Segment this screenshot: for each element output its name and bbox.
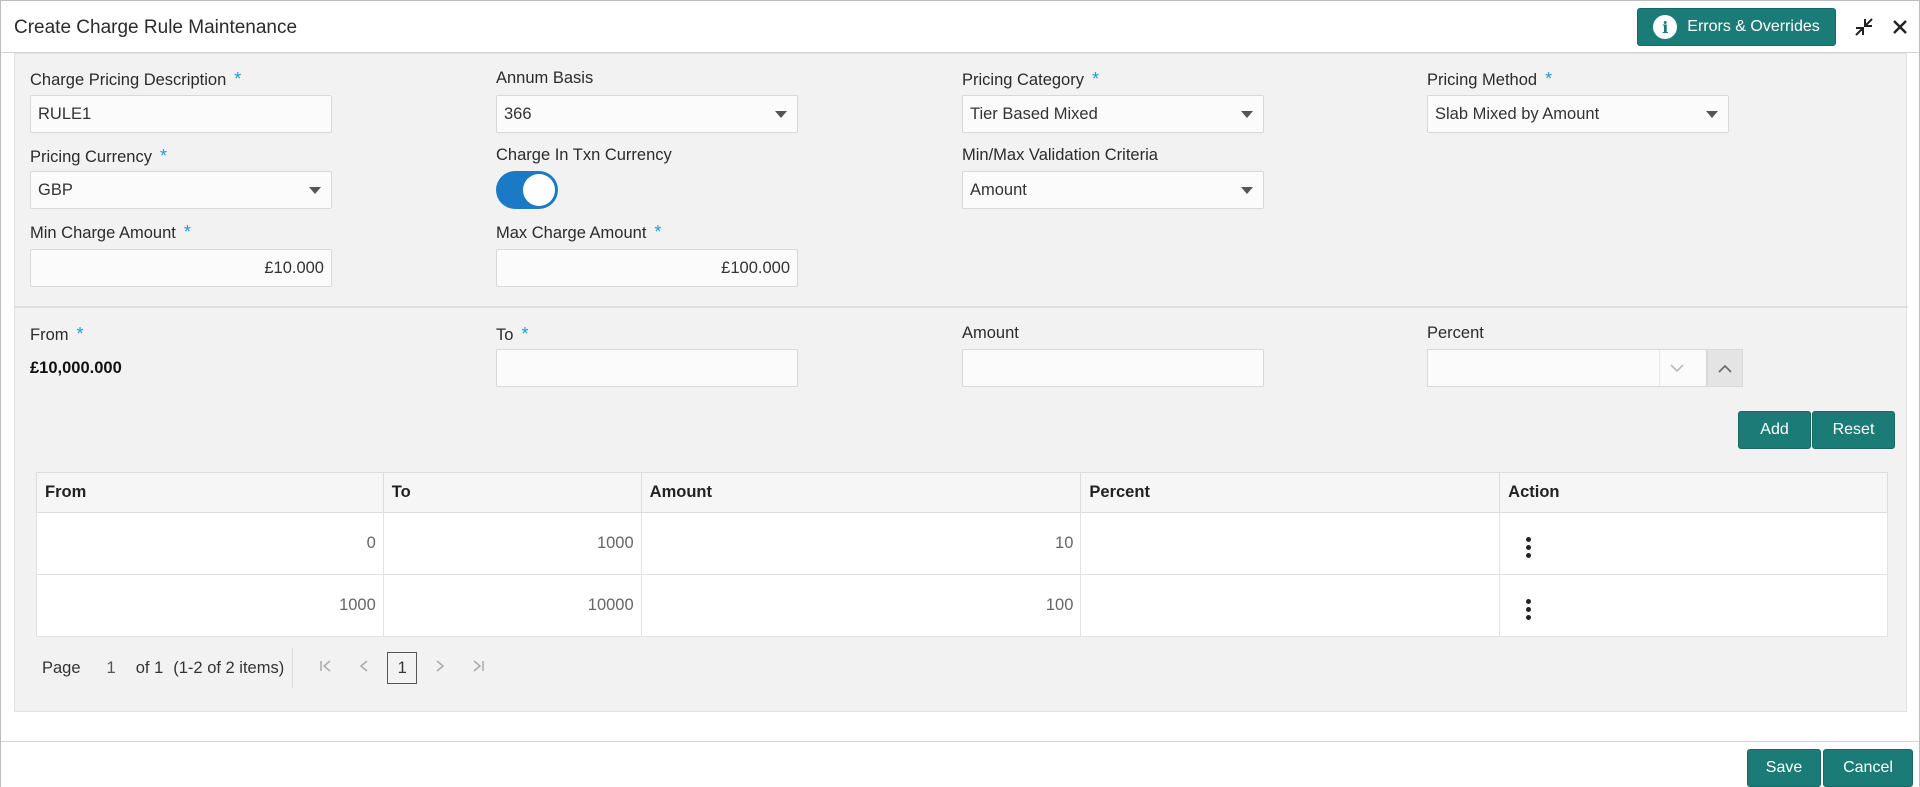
max-charge-amount-input[interactable]: £100.000: [496, 249, 798, 287]
column-header-to: To: [382, 472, 642, 513]
more-actions-icon[interactable]: [1522, 597, 1535, 622]
annum-basis-select[interactable]: 366: [496, 95, 798, 133]
errors-overrides-button[interactable]: i Errors & Overrides: [1637, 8, 1836, 46]
minimize-icon[interactable]: [1852, 15, 1876, 39]
min-charge-amount-label: Min Charge Amount *: [30, 222, 191, 242]
pricing-method-label: Pricing Method *: [1427, 69, 1553, 89]
table-row: 0 1000 10: [36, 512, 1888, 575]
chevron-down-icon: [1241, 111, 1253, 118]
cell-action: [1499, 512, 1888, 575]
cell-percent: [1080, 574, 1501, 637]
info-icon: i: [1653, 15, 1678, 39]
page-of-label: of 1: [135, 658, 164, 677]
table-row: 1000 10000 100: [36, 574, 1888, 637]
page-title: Create Charge Rule Maintenance: [14, 17, 298, 38]
slab-amount-input[interactable]: [962, 349, 1264, 387]
cell-from: 1000: [36, 574, 384, 637]
column-header-from: From: [36, 472, 384, 513]
chevron-up-icon[interactable]: [1707, 349, 1743, 387]
min-max-validation-label: Min/Max Validation Criteria: [962, 146, 1158, 164]
pager-divider: [292, 648, 294, 688]
previous-page-icon[interactable]: [345, 659, 383, 677]
first-page-icon[interactable]: [307, 659, 345, 677]
pricing-currency-select[interactable]: GBP: [30, 171, 332, 209]
slab-from-value: £10,000.000: [30, 359, 122, 377]
cancel-button[interactable]: Cancel: [1823, 749, 1913, 787]
charge-rule-form-panel: Charge Pricing Description * RULE1 Annum …: [14, 53, 1908, 712]
min-max-validation-select[interactable]: Amount: [962, 171, 1264, 209]
annum-basis-label: Annum Basis: [496, 69, 594, 87]
cell-to: 1000: [382, 512, 642, 575]
current-page-button[interactable]: 1: [387, 652, 418, 684]
errors-overrides-label: Errors & Overrides: [1687, 18, 1820, 35]
section-divider: [15, 306, 1908, 308]
add-button[interactable]: Add: [1738, 411, 1811, 449]
slab-percent-stepper: [1427, 349, 1743, 387]
page-label: Page: [42, 658, 81, 677]
column-header-action: Action: [1499, 472, 1888, 513]
charge-in-txn-currency-label: Charge In Txn Currency: [496, 146, 672, 164]
min-charge-amount-input[interactable]: £10.000: [30, 249, 332, 287]
chevron-down-icon: [309, 187, 321, 194]
save-button[interactable]: Save: [1747, 749, 1821, 787]
slab-percent-label: Percent: [1427, 324, 1484, 342]
charge-pricing-description-input[interactable]: RULE1: [30, 95, 332, 133]
slab-amount-label: Amount: [962, 324, 1019, 342]
items-count-label: (1-2 of 2 items): [173, 658, 285, 677]
more-actions-icon[interactable]: [1522, 535, 1535, 560]
charge-pricing-description-label: Charge Pricing Description *: [30, 69, 242, 89]
cell-to: 10000: [382, 574, 642, 637]
cell-from: 0: [36, 512, 384, 575]
cell-amount: 10: [640, 512, 1082, 575]
charge-in-txn-currency-toggle[interactable]: [496, 171, 558, 209]
close-icon[interactable]: [1888, 15, 1912, 39]
last-page-icon[interactable]: [459, 659, 497, 677]
pricing-currency-label: Pricing Currency *: [30, 146, 167, 166]
chevron-down-icon: [1241, 187, 1253, 194]
cell-amount: 100: [640, 574, 1082, 637]
pagination: Page 1 of 1 (1-2 of 2 items) 1: [42, 648, 497, 688]
pricing-method-select[interactable]: Slab Mixed by Amount: [1427, 95, 1729, 133]
chevron-down-icon: [1706, 111, 1718, 118]
reset-button[interactable]: Reset: [1812, 411, 1895, 449]
toggle-knob: [523, 174, 555, 206]
pricing-category-select[interactable]: Tier Based Mixed: [962, 95, 1264, 133]
cell-percent: [1080, 512, 1501, 575]
window-footer: Save Cancel: [1, 741, 1919, 787]
column-header-amount: Amount: [640, 472, 1082, 513]
max-charge-amount-label: Max Charge Amount *: [496, 222, 662, 242]
column-header-percent: Percent: [1080, 472, 1501, 513]
chevron-down-icon[interactable]: [1659, 350, 1694, 386]
slab-to-input[interactable]: [496, 349, 798, 387]
window-header: Create Charge Rule Maintenance i Errors …: [1, 1, 1919, 53]
table-header-row: From To Amount Percent Action: [36, 472, 1888, 513]
page-number-input[interactable]: 1: [107, 659, 116, 678]
next-page-icon[interactable]: [421, 659, 459, 677]
create-charge-rule-window: Create Charge Rule Maintenance i Errors …: [0, 0, 1920, 787]
pricing-category-label: Pricing Category *: [962, 69, 1099, 89]
cell-action: [1499, 574, 1888, 637]
slab-to-label: To *: [496, 324, 529, 344]
slab-from-label: From *: [30, 324, 84, 344]
chevron-down-icon: [775, 111, 787, 118]
slab-table: From To Amount Percent Action 0 1000 10: [36, 472, 1888, 637]
